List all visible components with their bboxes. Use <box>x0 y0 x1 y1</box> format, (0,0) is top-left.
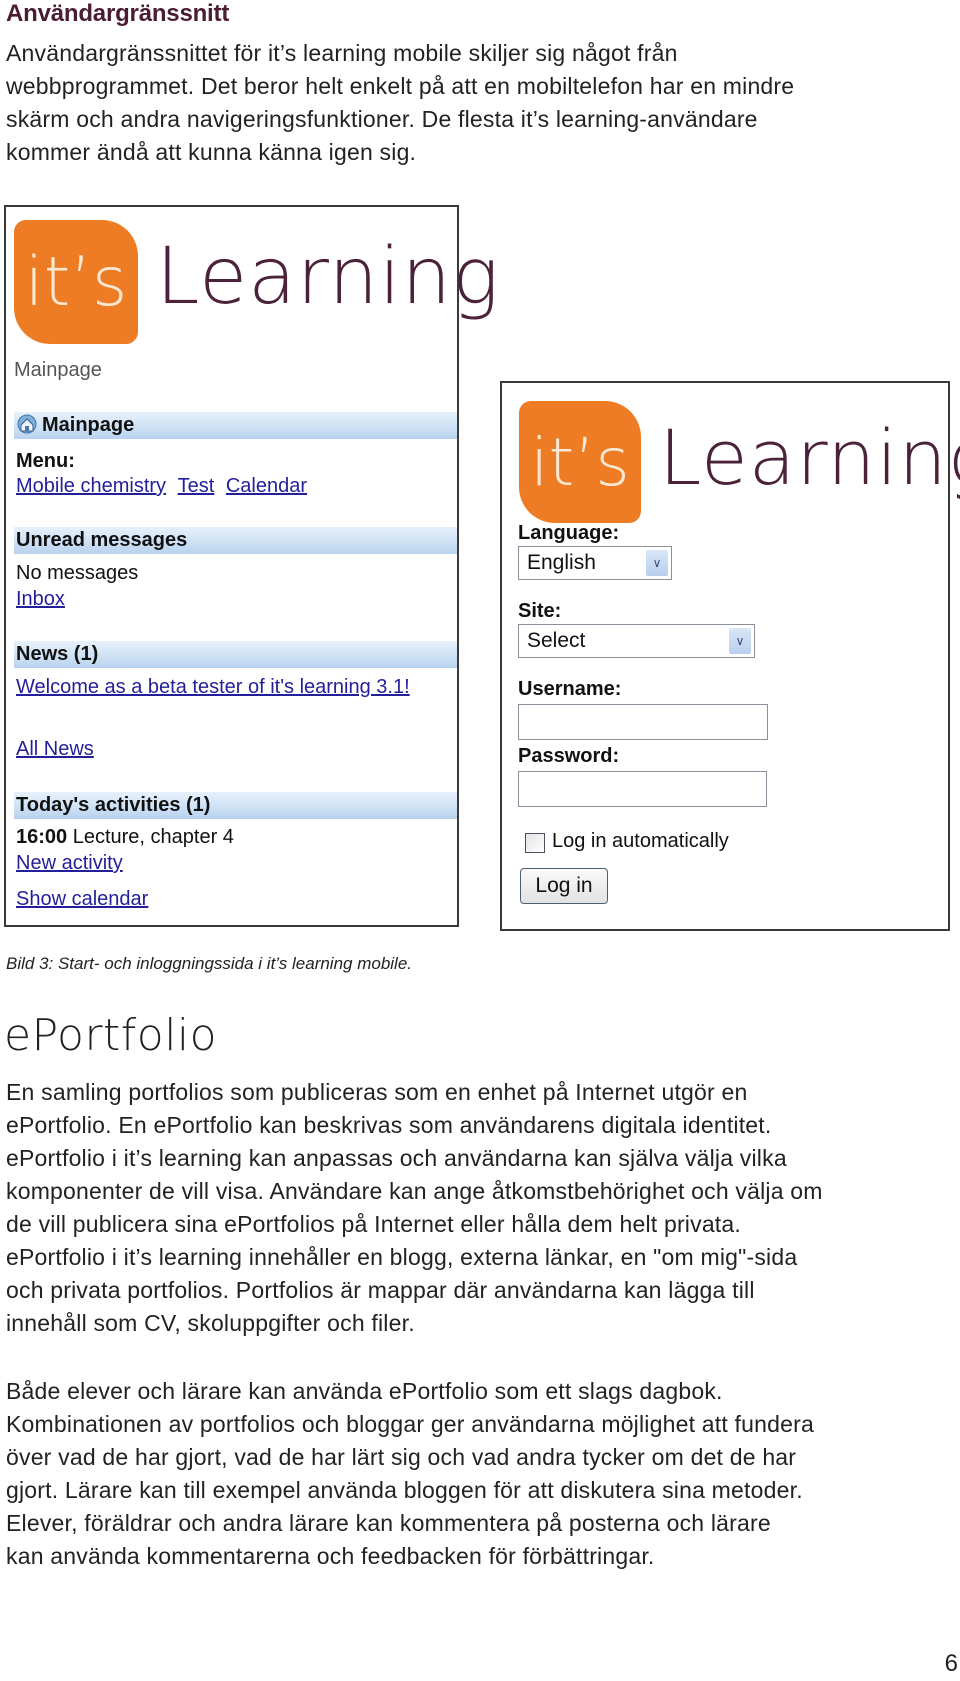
paragraph-line: innehåll som CV, skoluppgifter och filer… <box>6 1310 415 1336</box>
menu-link-calendar[interactable]: Calendar <box>226 475 307 497</box>
password-label: Password: <box>518 745 620 767</box>
language-select[interactable]: English ∨ <box>518 546 672 580</box>
paragraph-line: En samling portfolios som publiceras som… <box>6 1079 748 1105</box>
paragraph-line: och privata portfolios. Portfolios är ma… <box>6 1277 755 1303</box>
inbox-link[interactable]: Inbox <box>16 588 65 611</box>
intro-paragraph: Användargränssnittet för it’s learning m… <box>6 37 956 169</box>
paragraph-line: över vad de har gjort, vad de har lärt s… <box>6 1444 797 1470</box>
logo-badge: it’s <box>519 401 641 523</box>
figure-caption: Bild 3: Start- och inloggningssida i it’… <box>6 954 413 973</box>
intro-line: skärm och andra navigeringsfunktioner. D… <box>6 106 758 132</box>
logo-badge: it’s <box>14 220 138 344</box>
paragraph-line: ePortfolio i it’s learning kan anpassas … <box>6 1145 787 1171</box>
paragraph-line: ePortfolio i it’s learning innehåller en… <box>6 1244 798 1270</box>
no-messages-text: No messages <box>16 562 139 584</box>
home-icon <box>16 414 38 434</box>
menu-link-mobile-chemistry[interactable]: Mobile chemistry <box>16 475 166 497</box>
language-label: Language: <box>518 522 620 544</box>
menu-link-test[interactable]: Test <box>178 475 215 497</box>
mainpage-bar-label: Mainpage <box>42 414 135 436</box>
paragraph-line: Både elever och lärare kan använda ePort… <box>6 1378 723 1404</box>
login-screenshot: it’s Learning Language: English ∨ Site: … <box>500 381 960 931</box>
paragraph-line: kan använda kommentarerna och feedbacken… <box>6 1543 655 1569</box>
all-news-link[interactable]: All News <box>16 738 94 761</box>
menu-links: Mobile chemistry Test Calendar <box>16 475 307 498</box>
section-heading: Användargränssnitt <box>6 0 230 27</box>
mainpage-header-bar: Mainpage <box>14 412 457 439</box>
news-bar: News (1) <box>14 641 457 668</box>
site-label: Site: <box>518 600 562 622</box>
intro-line: webbprogrammet. Det beror helt enkelt på… <box>6 73 795 99</box>
page-number: 6 <box>944 1650 958 1677</box>
show-calendar-link[interactable]: Show calendar <box>16 888 148 911</box>
paragraph-line: de vill publicera sina ePortfolios på In… <box>6 1211 741 1237</box>
todays-activities-bar: Today's activities (1) <box>14 792 457 819</box>
paragraph-line: komponenter de vill visa. Användare kan … <box>6 1178 823 1204</box>
paragraph-line: Kombinationen av portfolios och bloggar … <box>6 1411 814 1437</box>
activity-item: 16:00 Lecture, chapter 4 <box>16 826 234 849</box>
chevron-down-icon[interactable]: ∨ <box>646 550 668 576</box>
activity-time: 16:00 <box>16 826 68 848</box>
logo-wordmark: Learning <box>156 232 500 322</box>
menu-label: Menu: <box>16 450 75 472</box>
auto-login-checkbox[interactable] <box>525 833 545 853</box>
username-label: Username: <box>518 678 622 700</box>
eportfolio-paragraph-1: En samling portfolios som publiceras som… <box>6 1076 956 1340</box>
language-select-value: English <box>527 551 596 574</box>
news-item-link[interactable]: Welcome as a beta tester of it's learnin… <box>16 676 410 699</box>
intro-line: Användargränssnittet för it’s learning m… <box>6 40 678 66</box>
site-select-value: Select <box>527 629 586 652</box>
intro-line: kommer ändå att kunna känna igen sig. <box>6 139 417 165</box>
login-button[interactable]: Log in <box>520 868 608 904</box>
auto-login-label: Log in automatically <box>552 830 729 852</box>
chevron-down-icon[interactable]: ∨ <box>729 628 751 654</box>
logo-wordmark: Learning <box>659 413 960 502</box>
username-input[interactable] <box>518 704 768 740</box>
eportfolio-paragraph-2: Både elever och lärare kan använda ePort… <box>6 1375 956 1573</box>
unread-messages-bar: Unread messages <box>14 527 457 554</box>
site-select[interactable]: Select ∨ <box>518 624 755 658</box>
paragraph-line: ePortfolio. En ePortfolio kan beskrivas … <box>6 1112 772 1138</box>
password-input[interactable] <box>518 771 767 807</box>
eportfolio-heading: ePortfolio <box>4 1010 218 1061</box>
breadcrumb: Mainpage <box>14 359 102 381</box>
paragraph-line: gjort. Lärare kan till exempel använda b… <box>6 1477 803 1503</box>
paragraph-line: Elever, föräldrar och andra lärare kan k… <box>6 1510 771 1536</box>
mainpage-screenshot: it’s Learning Mainpage Mainpage Menu: Mo… <box>4 205 499 927</box>
new-activity-link[interactable]: New activity <box>16 852 123 875</box>
activity-title: Lecture, chapter 4 <box>72 826 234 848</box>
